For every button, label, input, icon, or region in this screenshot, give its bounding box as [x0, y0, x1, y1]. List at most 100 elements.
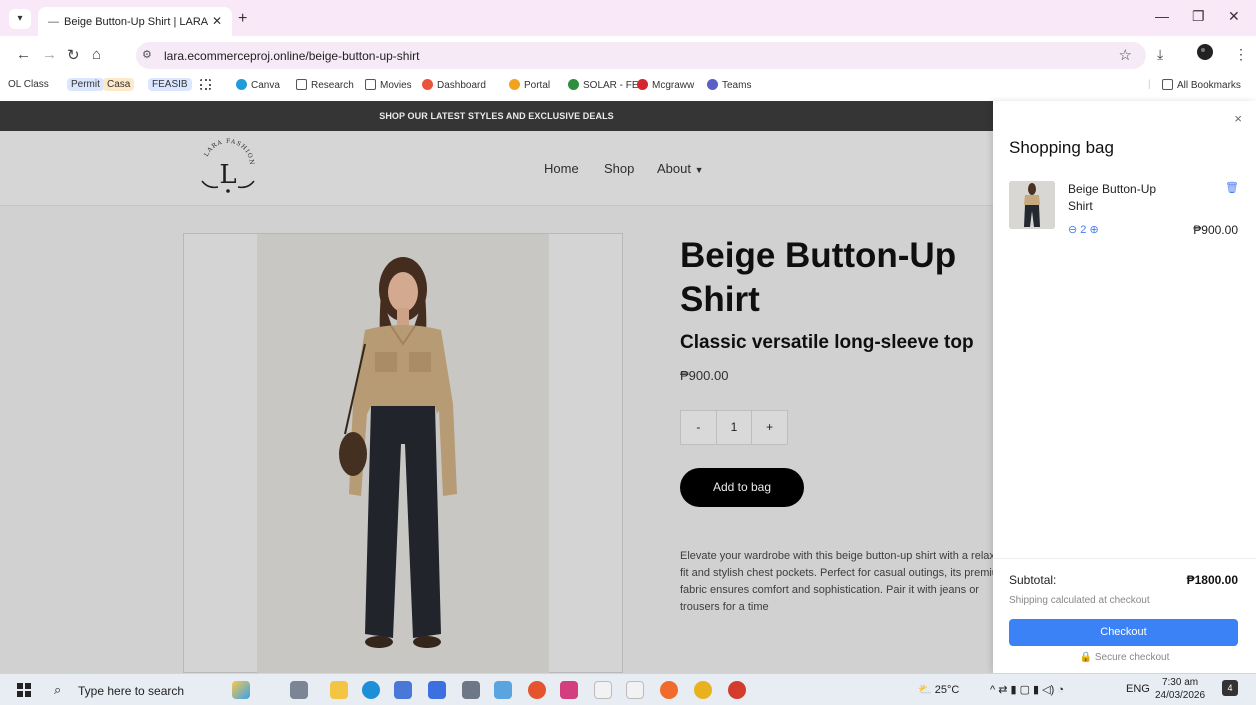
browser-tab-active[interactable]: — Beige Button-Up Shirt | LARA ✕ — [38, 7, 232, 36]
copilot-icon[interactable] — [232, 681, 250, 699]
weather-icon: ⛅ — [918, 684, 932, 696]
bookmark-label: Canva — [251, 80, 280, 91]
bookmark-label: Permit — [71, 79, 100, 90]
task-view-icon[interactable] — [290, 681, 308, 699]
notification-count: 4 — [1222, 680, 1238, 696]
search-icon: ⌕ — [54, 682, 62, 697]
chrome-icon[interactable] — [694, 681, 712, 699]
chrome-active-icon[interactable] — [728, 681, 746, 699]
bookmark-label: Movies — [380, 80, 412, 91]
cart-item-thumbnail — [1009, 181, 1055, 229]
bookmark-label: OL Class — [8, 79, 49, 90]
app-icon[interactable] — [394, 681, 412, 699]
subtotal-value: ₱1800.00 — [1186, 573, 1238, 587]
site-info-icon[interactable]: ⚙ — [142, 48, 152, 61]
bookmark-favicon-icon — [707, 79, 718, 90]
bookmark-favicon-icon — [236, 79, 247, 90]
bookmark-permit[interactable]: Permit — [67, 78, 104, 91]
bookmark-favicon-icon — [422, 79, 433, 90]
download-icon[interactable]: ⤓ — [1157, 46, 1163, 63]
bookmark-canva[interactable]: Canva — [236, 79, 280, 91]
bookmark-favicon-icon — [637, 79, 648, 90]
secure-checkout: 🔒 Secure checkout — [993, 652, 1256, 663]
cart-drawer: × Shopping bag Beige Button-Up Shirt 🗑 ⊖… — [993, 101, 1256, 673]
window-close-button[interactable]: ✕ — [1228, 8, 1240, 25]
all-bookmarks-label: All Bookmarks — [1177, 80, 1241, 91]
shipping-note: Shipping calculated at checkout — [1009, 595, 1150, 606]
folder-icon — [296, 79, 307, 90]
cart-item-name: Beige Button-Up Shirt — [1068, 182, 1157, 213]
bookmark-mcgraww[interactable]: Mcgraww — [637, 79, 694, 91]
profile-avatar[interactable] — [1197, 44, 1213, 63]
all-bookmarks-button[interactable]: All Bookmarks — [1162, 79, 1241, 91]
home-icon[interactable]: ⌂ — [92, 46, 101, 63]
outlook-icon[interactable] — [428, 681, 446, 699]
bookmark-label: Teams — [722, 80, 752, 91]
bookmark-favicon-icon — [509, 79, 520, 90]
bookmark-solar-feu[interactable]: SOLAR - FEU — [568, 79, 646, 91]
tab-search-button[interactable]: ▾ — [9, 9, 31, 29]
taskbar-search-placeholder: Type here to search — [78, 684, 185, 698]
new-tab-button[interactable]: + — [238, 10, 247, 28]
notification-icon[interactable]: 4 — [1222, 680, 1238, 696]
bookmark-feasib[interactable]: FEASIB — [148, 78, 192, 91]
folder-icon — [1162, 79, 1173, 90]
bookmark-casa[interactable]: Casa — [103, 78, 135, 91]
browser-menu-icon[interactable]: ⋮ — [1234, 46, 1248, 63]
language-indicator[interactable]: ENG — [1126, 683, 1150, 695]
taskbar-search[interactable]: ⌕ Type here to search — [42, 676, 222, 704]
forward-button[interactable]: → — [42, 46, 57, 63]
cart-title: Shopping bag — [1009, 138, 1114, 157]
minus-circle-icon[interactable]: ⊖ — [1068, 224, 1077, 236]
file-explorer-icon[interactable] — [330, 681, 348, 699]
bookmark-label: Mcgraww — [652, 80, 695, 91]
brave-icon[interactable] — [528, 681, 546, 699]
subtotal-label: Subtotal: — [1009, 573, 1057, 587]
maximize-button[interactable]: ❐ — [1192, 8, 1205, 25]
checkout-button[interactable]: Checkout — [1009, 619, 1238, 646]
bookmarks-divider: | — [1148, 79, 1151, 90]
secure-checkout-label: Secure checkout — [1094, 652, 1170, 663]
snipping-icon[interactable] — [494, 681, 512, 699]
clock[interactable]: 7:30 am 24/03/2026 — [1155, 676, 1205, 702]
windows-taskbar: ⌕ Type here to search ⛅ 25°C ^ ⇄ ▮ ▢ ▮ ◁… — [0, 673, 1256, 705]
bookmark-label: Casa — [107, 79, 131, 90]
bookmark-movies[interactable]: Movies — [365, 79, 412, 91]
browser-tabbar: ▾ — Beige Button-Up Shirt | LARA ✕ + — ❐… — [0, 0, 1256, 36]
tray-icons[interactable]: ^ ⇄ ▮ ▢ ▮ ◁) ◔ — [990, 683, 1064, 696]
address-bar[interactable]: ⚙ lara.ecommerceproj.online/beige-button… — [136, 42, 1146, 69]
tab-favicon-icon: — — [48, 16, 59, 28]
drawer-close-icon[interactable]: × — [1234, 111, 1242, 126]
back-button[interactable]: ← — [16, 46, 31, 63]
tab-close-icon[interactable]: ✕ — [212, 14, 222, 28]
document-icon-2[interactable] — [626, 681, 644, 699]
minimize-button[interactable]: — — [1155, 8, 1169, 24]
plus-circle-icon[interactable]: ⊕ — [1089, 224, 1098, 236]
app-icon-2[interactable] — [560, 681, 578, 699]
bookmark-ol-class[interactable]: OL Class — [8, 79, 49, 90]
bookmarks-bar: OL Class Permit Casa FEASIB Canva Research Mov… — [0, 74, 1256, 98]
bookmark-teams[interactable]: Teams — [707, 79, 751, 91]
firefox-icon[interactable] — [660, 681, 678, 699]
bookmark-research[interactable]: Research — [296, 79, 354, 91]
weather-widget[interactable]: ⛅ 25°C — [918, 683, 959, 696]
lock-icon: 🔒 — [1079, 652, 1093, 663]
bookmark-label: Dashboard — [437, 80, 486, 91]
cart-qty-stepper: ⊖ 2 ⊕ — [1068, 223, 1099, 236]
reload-button[interactable]: ↻ — [67, 46, 80, 64]
bookmark-portal[interactable]: Portal — [509, 79, 550, 91]
document-icon[interactable] — [594, 681, 612, 699]
apps-grid-icon — [200, 79, 211, 90]
bookmark-star-icon[interactable]: ☆ — [1119, 46, 1132, 64]
camera-icon[interactable] — [462, 681, 480, 699]
browser-toolbar: ← → ↻ ⌂ ⚙ lara.ecommerceproj.online/beig… — [0, 36, 1256, 74]
edge-icon[interactable] — [362, 681, 380, 699]
windows-start-icon[interactable] — [17, 683, 31, 702]
trash-icon[interactable]: 🗑 — [1225, 181, 1239, 194]
folder-icon — [365, 79, 376, 90]
drawer-overlay[interactable] — [0, 101, 993, 673]
bookmark-dashboard[interactable]: Dashboard — [422, 79, 486, 91]
bookmark-label: Research — [311, 80, 354, 91]
cart-qty-value: 2 — [1080, 224, 1087, 236]
bookmark-apps[interactable] — [200, 79, 215, 91]
